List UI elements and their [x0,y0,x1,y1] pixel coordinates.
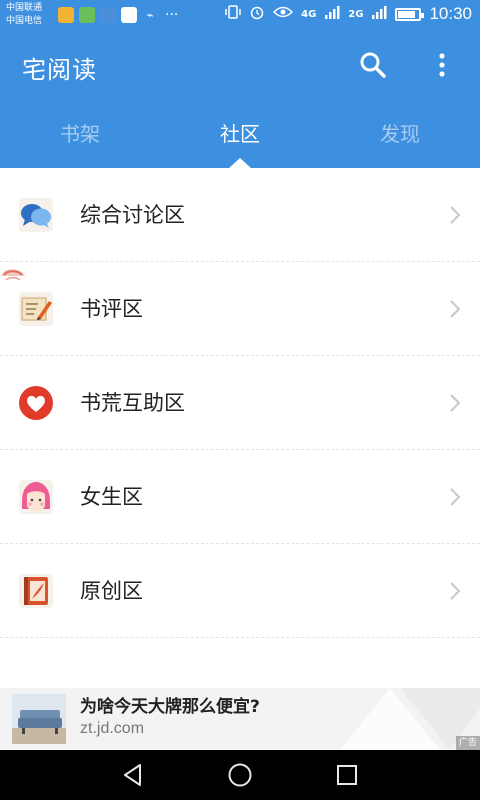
chevron-right-icon [450,206,461,224]
app-notification-icon [100,7,116,23]
list-item-original[interactable]: 原创区 [0,544,480,638]
clock: 10:30 [429,4,472,23]
more-vertical-icon [439,53,445,77]
back-icon[interactable] [120,762,146,788]
battery-icon [395,7,425,21]
carrier-1: 中国联通 [6,3,43,13]
app-title: 宅阅读 [22,56,97,84]
app-header: 宅阅读 书架 社区 发现 [0,32,480,168]
navigation-bar [0,750,480,800]
chevron-right-icon [450,582,461,600]
ad-domain: zt.jd.com [80,720,145,737]
active-tab-indicator [229,158,251,168]
chevron-right-icon [450,394,461,412]
network-type-2: 2G [348,8,364,20]
floating-assistant-icon[interactable] [0,262,26,288]
alarm-icon [249,4,265,24]
battery-level [398,10,415,18]
network-type-1: 4G [301,8,317,20]
recents-icon[interactable] [334,762,360,788]
girl-face-icon [19,480,53,514]
app-notification-icon [58,7,74,23]
ad-badge: 广告 [455,736,480,750]
list-item-girls[interactable]: 女生区 [0,450,480,544]
heart-icon [19,386,53,420]
list-item-general-discussion[interactable]: 综合讨论区 [0,168,480,262]
status-indicators: 4G 2G 10:30 [225,4,472,24]
eye-icon [273,5,294,23]
chevron-right-icon [450,300,461,318]
ad-background-pattern [340,688,480,750]
chat-bubbles-icon [19,198,53,232]
list-item-label: 综合讨论区 [80,203,185,227]
tab-discover[interactable]: 发现 [320,116,480,168]
ad-product-image [12,694,66,744]
community-list: 综合讨论区 书评区 书荒互助区 女生区 原创区 [0,168,480,638]
list-item-label: 女生区 [80,485,143,509]
status-bar: 中国联通 中国电信 ⌁ ··· 4G 2G 10:30 [0,0,480,32]
baidu-icon [121,7,137,23]
list-item-label: 书荒互助区 [80,391,185,415]
overflow-menu-button[interactable] [432,50,452,80]
app-notification-icon [79,7,95,23]
carrier-info: 中国联通 中国电信 [6,2,42,28]
more-notifications-icon: ··· [165,7,179,23]
vibrate-icon [225,4,241,24]
ad-title: 为啥今天大牌那么便宜? [80,697,260,717]
list-item-label: 书评区 [80,297,143,321]
notification-icons: ⌁ ··· [58,7,178,23]
search-button[interactable] [358,50,388,80]
book-quill-icon [19,574,53,608]
signal-icon [371,4,387,24]
home-icon[interactable] [227,762,253,788]
ad-banner[interactable]: 为啥今天大牌那么便宜? zt.jd.com 广告 [0,688,480,750]
carrier-2: 中国电信 [6,16,43,26]
search-icon [360,52,386,78]
signal-icon [324,4,340,24]
note-pencil-icon [19,292,53,326]
bird-icon: ⌁ [146,8,154,22]
list-item-book-help[interactable]: 书荒互助区 [0,356,480,450]
list-item-book-reviews[interactable]: 书评区 [0,262,480,356]
chevron-right-icon [450,488,461,506]
list-item-label: 原创区 [80,579,143,603]
tab-bookshelf[interactable]: 书架 [0,116,160,168]
